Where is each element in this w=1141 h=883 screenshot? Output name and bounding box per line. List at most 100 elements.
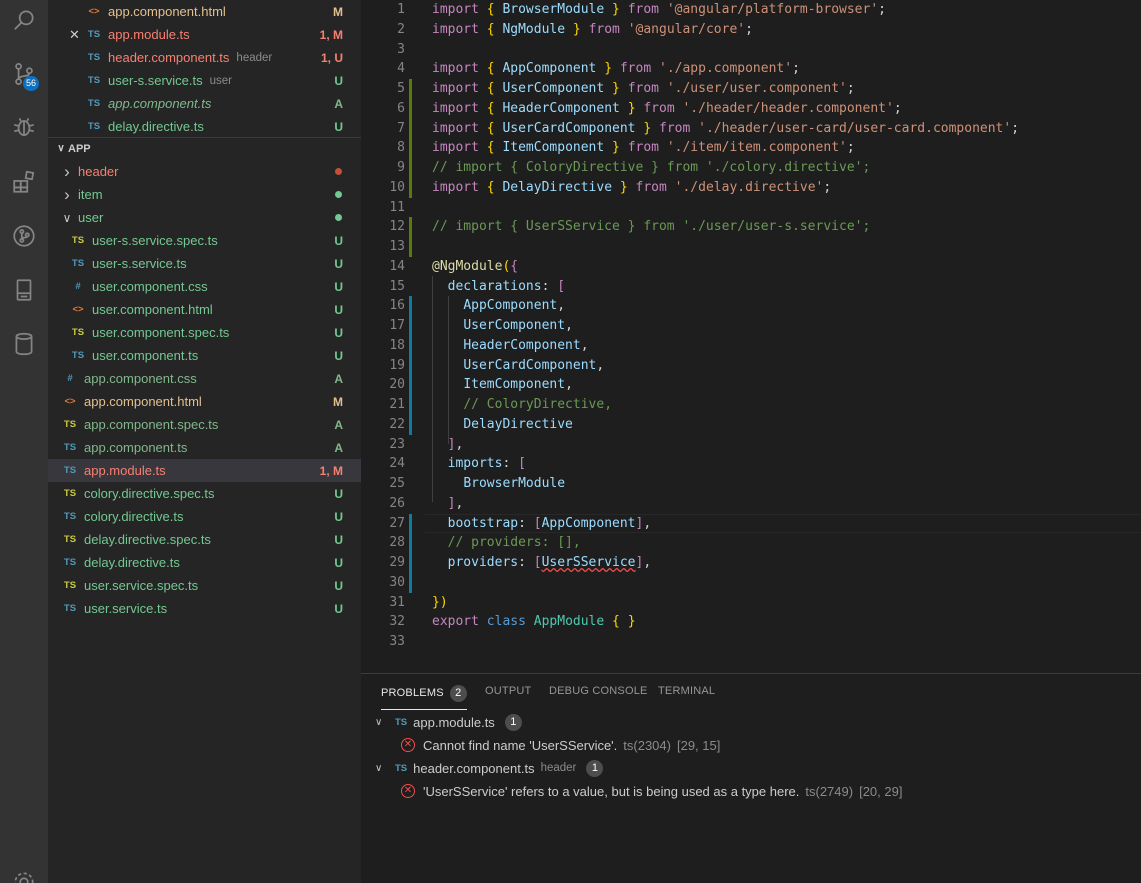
line-number: 12 (389, 219, 405, 235)
line-number: 2 (397, 21, 405, 37)
file-item[interactable]: TS colory.directive.ts U (48, 505, 361, 528)
open-editor-item[interactable]: TS delay.directive.ts U (48, 115, 361, 138)
code-line: 20 ItemComponent, (361, 375, 1141, 395)
close-icon[interactable]: ✕ (69, 27, 80, 43)
problem-file-group[interactable]: ∨ TS app.module.ts 1 (361, 711, 522, 733)
file-item[interactable]: TS user.component.ts U (48, 344, 361, 367)
file-item[interactable]: # app.component.css A (48, 367, 361, 390)
problem-item[interactable]: ✕ Cannot find name 'UserSService'. ts(2304… (361, 734, 720, 756)
panel-tab-terminal[interactable]: TERMINAL (658, 685, 715, 697)
file-type-icon: TS (63, 488, 77, 499)
panel-tab-label: PROBLEMS (381, 687, 444, 699)
code-editor[interactable]: 1 import { BrowserModule } from '@angular… (361, 0, 1141, 673)
code-token: './header/user-card/user-card.component' (698, 120, 1012, 136)
folder-item[interactable]: ∨ user (48, 206, 361, 229)
gutter-modified-marker (409, 553, 412, 573)
file-item[interactable]: TS user-s.service.ts U (48, 252, 361, 275)
code-line: 2 import { NgModule } from '@angular/core… (361, 20, 1141, 40)
panel-tab-problems[interactable]: PROBLEMS 2 (381, 685, 467, 710)
problem-message: 'UserSService' refers to a value, but is… (423, 783, 800, 799)
code-token: [ (533, 555, 542, 570)
file-item[interactable]: TS app.component.spec.ts A (48, 413, 361, 436)
file-type-icon: <> (72, 304, 84, 315)
database-icon[interactable] (0, 324, 48, 364)
code-token: ; (745, 21, 753, 37)
git-status-badge: U (334, 279, 343, 294)
file-name: app.component.spec.ts (84, 417, 219, 432)
code-token: ; (1011, 120, 1020, 136)
file-item[interactable]: # user.component.css U (48, 275, 361, 298)
code-token: from (659, 120, 691, 136)
file-item[interactable]: TS app.module.ts 1, M (48, 459, 361, 482)
problem-item[interactable]: ✕ 'UserSService' refers to a value, but i… (361, 780, 902, 802)
code-text: UserComponent, (432, 316, 573, 336)
code-token: from (627, 2, 659, 17)
open-editor-item[interactable]: TS app.component.ts A (48, 92, 361, 115)
panel-tab-output[interactable]: OUTPUT (485, 685, 531, 697)
panel-tab-label: TERMINAL (658, 685, 716, 697)
problem-code: ts(2304) (623, 737, 671, 753)
git-status-badge: U (334, 555, 343, 570)
folder-item[interactable]: › item (48, 183, 361, 206)
code-token: : (502, 456, 519, 472)
git-status-badge: U (334, 578, 343, 593)
settings-gear-icon[interactable] (0, 862, 48, 883)
source-control-icon[interactable]: 56 (0, 54, 48, 94)
folder-section-header[interactable]: ∨ APP (48, 137, 361, 159)
gutter-added-marker (409, 237, 412, 257)
open-editor-item[interactable]: ✕ TS app.module.ts 1, M (48, 23, 361, 46)
file-name: header.component.ts (108, 50, 230, 65)
code-text: ], (432, 494, 464, 514)
git-status-badge: A (334, 417, 343, 432)
open-editor-item[interactable]: TS user-s.service.ts user U (48, 69, 361, 92)
chevron-right-icon: › (64, 161, 70, 181)
gutter-modified-marker (409, 296, 412, 316)
file-item[interactable]: <> app.component.html M (48, 390, 361, 413)
file-item[interactable]: TS user.service.ts U (48, 597, 361, 620)
open-editor-item[interactable]: TS header.component.ts header 1, U (48, 46, 361, 69)
file-type-icon: TS (395, 716, 408, 728)
file-item[interactable]: TS app.component.ts A (48, 436, 361, 459)
code-line: 27 bootstrap: [AppComponent], (361, 513, 1141, 534)
file-item[interactable]: TS user.component.spec.ts U (48, 321, 361, 344)
code-token: } (612, 81, 620, 96)
file-name: user-s.service.ts (108, 73, 203, 88)
folder-item[interactable]: › header (48, 160, 361, 183)
panel-tab-debug-console[interactable]: DEBUG CONSOLE (549, 685, 648, 697)
gutter-added-marker (409, 158, 412, 178)
code-text: BrowserModule (432, 474, 565, 494)
problem-file-folder: header (540, 762, 577, 774)
file-name: app.module.ts (84, 463, 166, 478)
line-number: 19 (389, 357, 405, 373)
git-graph-icon[interactable] (0, 216, 48, 256)
file-type-icon: TS (87, 98, 101, 109)
file-name: user-s.service.ts (92, 256, 187, 271)
file-item[interactable]: TS colory.directive.spec.ts U (48, 482, 361, 505)
file-item[interactable]: TS user.service.spec.ts U (48, 574, 361, 597)
file-item[interactable]: TS delay.directive.ts U (48, 551, 361, 574)
file-item[interactable]: TS delay.directive.spec.ts U (48, 528, 361, 551)
file-item[interactable]: <> user.component.html U (48, 298, 361, 321)
open-editor-item[interactable]: <> app.component.html M (48, 0, 361, 23)
code-line: 32 export class AppModule { } (361, 612, 1141, 632)
code-token: declarations (447, 278, 542, 294)
git-status-badge: A (334, 440, 343, 455)
code-text: DelayDirective (432, 415, 573, 435)
search-icon[interactable] (0, 0, 48, 40)
debug-icon[interactable] (0, 107, 48, 147)
file-type-icon: TS (63, 580, 77, 591)
gutter-added-marker (409, 98, 412, 119)
extensions-icon[interactable] (0, 162, 48, 202)
problem-file-group[interactable]: ∨ TS header.component.ts header 1 (361, 757, 604, 779)
file-type-icon: <> (88, 6, 100, 17)
code-text: import { DelayDirective } from './delay.… (432, 178, 831, 198)
code-token: , (455, 436, 464, 452)
code-token: DelayDirective (463, 416, 573, 432)
notebook-icon[interactable] (0, 270, 48, 310)
file-item[interactable]: TS user-s.service.spec.ts U (48, 229, 361, 252)
code-token: [ (518, 456, 526, 472)
code-token: import (432, 61, 479, 77)
